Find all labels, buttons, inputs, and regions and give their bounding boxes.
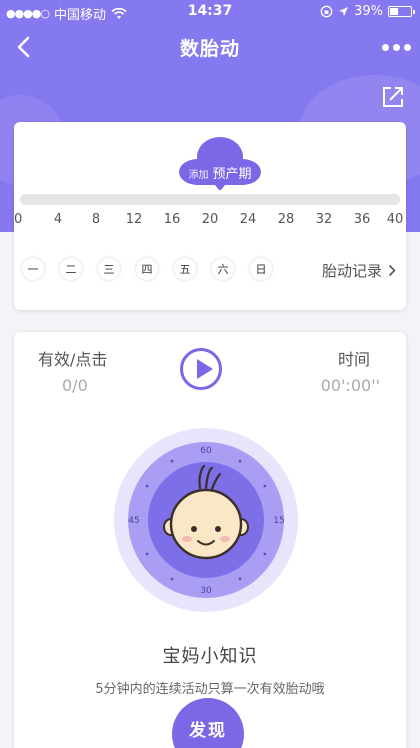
week-tick: 8 (91, 212, 101, 227)
weekday-button[interactable]: 二 (60, 258, 82, 280)
weekday-button[interactable]: 六 (212, 258, 234, 280)
location-icon (339, 7, 349, 16)
fetal-movement-dial[interactable]: 60 15 30 45 (114, 428, 298, 612)
weekday-button[interactable]: 一 (22, 258, 44, 280)
fetal-movement-record-link[interactable]: 胎动记录 (322, 260, 396, 281)
dial-label-15: 15 (273, 516, 284, 526)
page-title: 数胎动 (179, 38, 240, 60)
knowledge-text: 5分钟内的连续活动只算一次有效胎动哦 (95, 682, 325, 697)
battery-percent: 39% (354, 4, 383, 19)
week-tick: 36 (353, 212, 371, 227)
knowledge-title: 宝妈小知识 (162, 646, 258, 667)
week-tick: 0 (14, 212, 23, 227)
weekday-row: 一二三四五六日 (22, 258, 272, 280)
dial-label-60: 60 (200, 446, 212, 456)
due-date-label: 预产期 (212, 167, 252, 182)
week-tick: 12 (125, 212, 143, 227)
week-tick: 16 (163, 212, 181, 227)
add-due-date-button[interactable]: 添加 预产期 (172, 134, 268, 190)
nav-bar: 数胎动 (0, 24, 420, 70)
status-bar: ●●●●○ 中国移动 14:37 39% (0, 0, 420, 24)
play-button[interactable] (180, 348, 222, 390)
week-tick: 32 (315, 212, 333, 227)
more-icon[interactable] (380, 38, 412, 56)
add-label: 添加 (188, 170, 209, 181)
counter-card: 有效/点击 0/0 时间 00':00'' 60 15 30 45 宝妈小知识 … (14, 332, 406, 748)
battery-icon (388, 6, 415, 17)
rotation-lock-icon (320, 5, 333, 18)
effective-click-label: 有效/点击 (38, 350, 108, 369)
discover-label: 发现 (189, 721, 227, 741)
weekday-button[interactable]: 五 (174, 258, 196, 280)
dial-label-45: 45 (128, 516, 139, 526)
week-tick: 28 (277, 212, 295, 227)
time-value: 00':00'' (320, 376, 380, 395)
week-tick: 20 (201, 212, 219, 227)
week-tick: 24 (239, 212, 257, 227)
dial-label-30: 30 (200, 586, 212, 596)
week-tick: 40 (386, 212, 404, 227)
time-label: 时间 (337, 350, 370, 369)
share-icon[interactable] (380, 84, 406, 110)
weekday-button[interactable]: 日 (250, 258, 272, 280)
pregnancy-week-track (20, 194, 400, 205)
record-label: 胎动记录 (321, 262, 382, 280)
weekday-button[interactable]: 三 (98, 258, 120, 280)
effective-click-value: 0/0 (62, 376, 88, 395)
weekday-button[interactable]: 四 (136, 258, 158, 280)
week-scale: 0 4 8 12 16 20 24 28 32 36 40 (14, 212, 403, 230)
week-tick: 4 (53, 212, 63, 227)
pregnancy-card: 添加 预产期 0 4 8 12 16 20 24 28 32 36 40 一二三四五六日 胎动记录 (14, 122, 406, 310)
chevron-right-icon (388, 264, 396, 277)
